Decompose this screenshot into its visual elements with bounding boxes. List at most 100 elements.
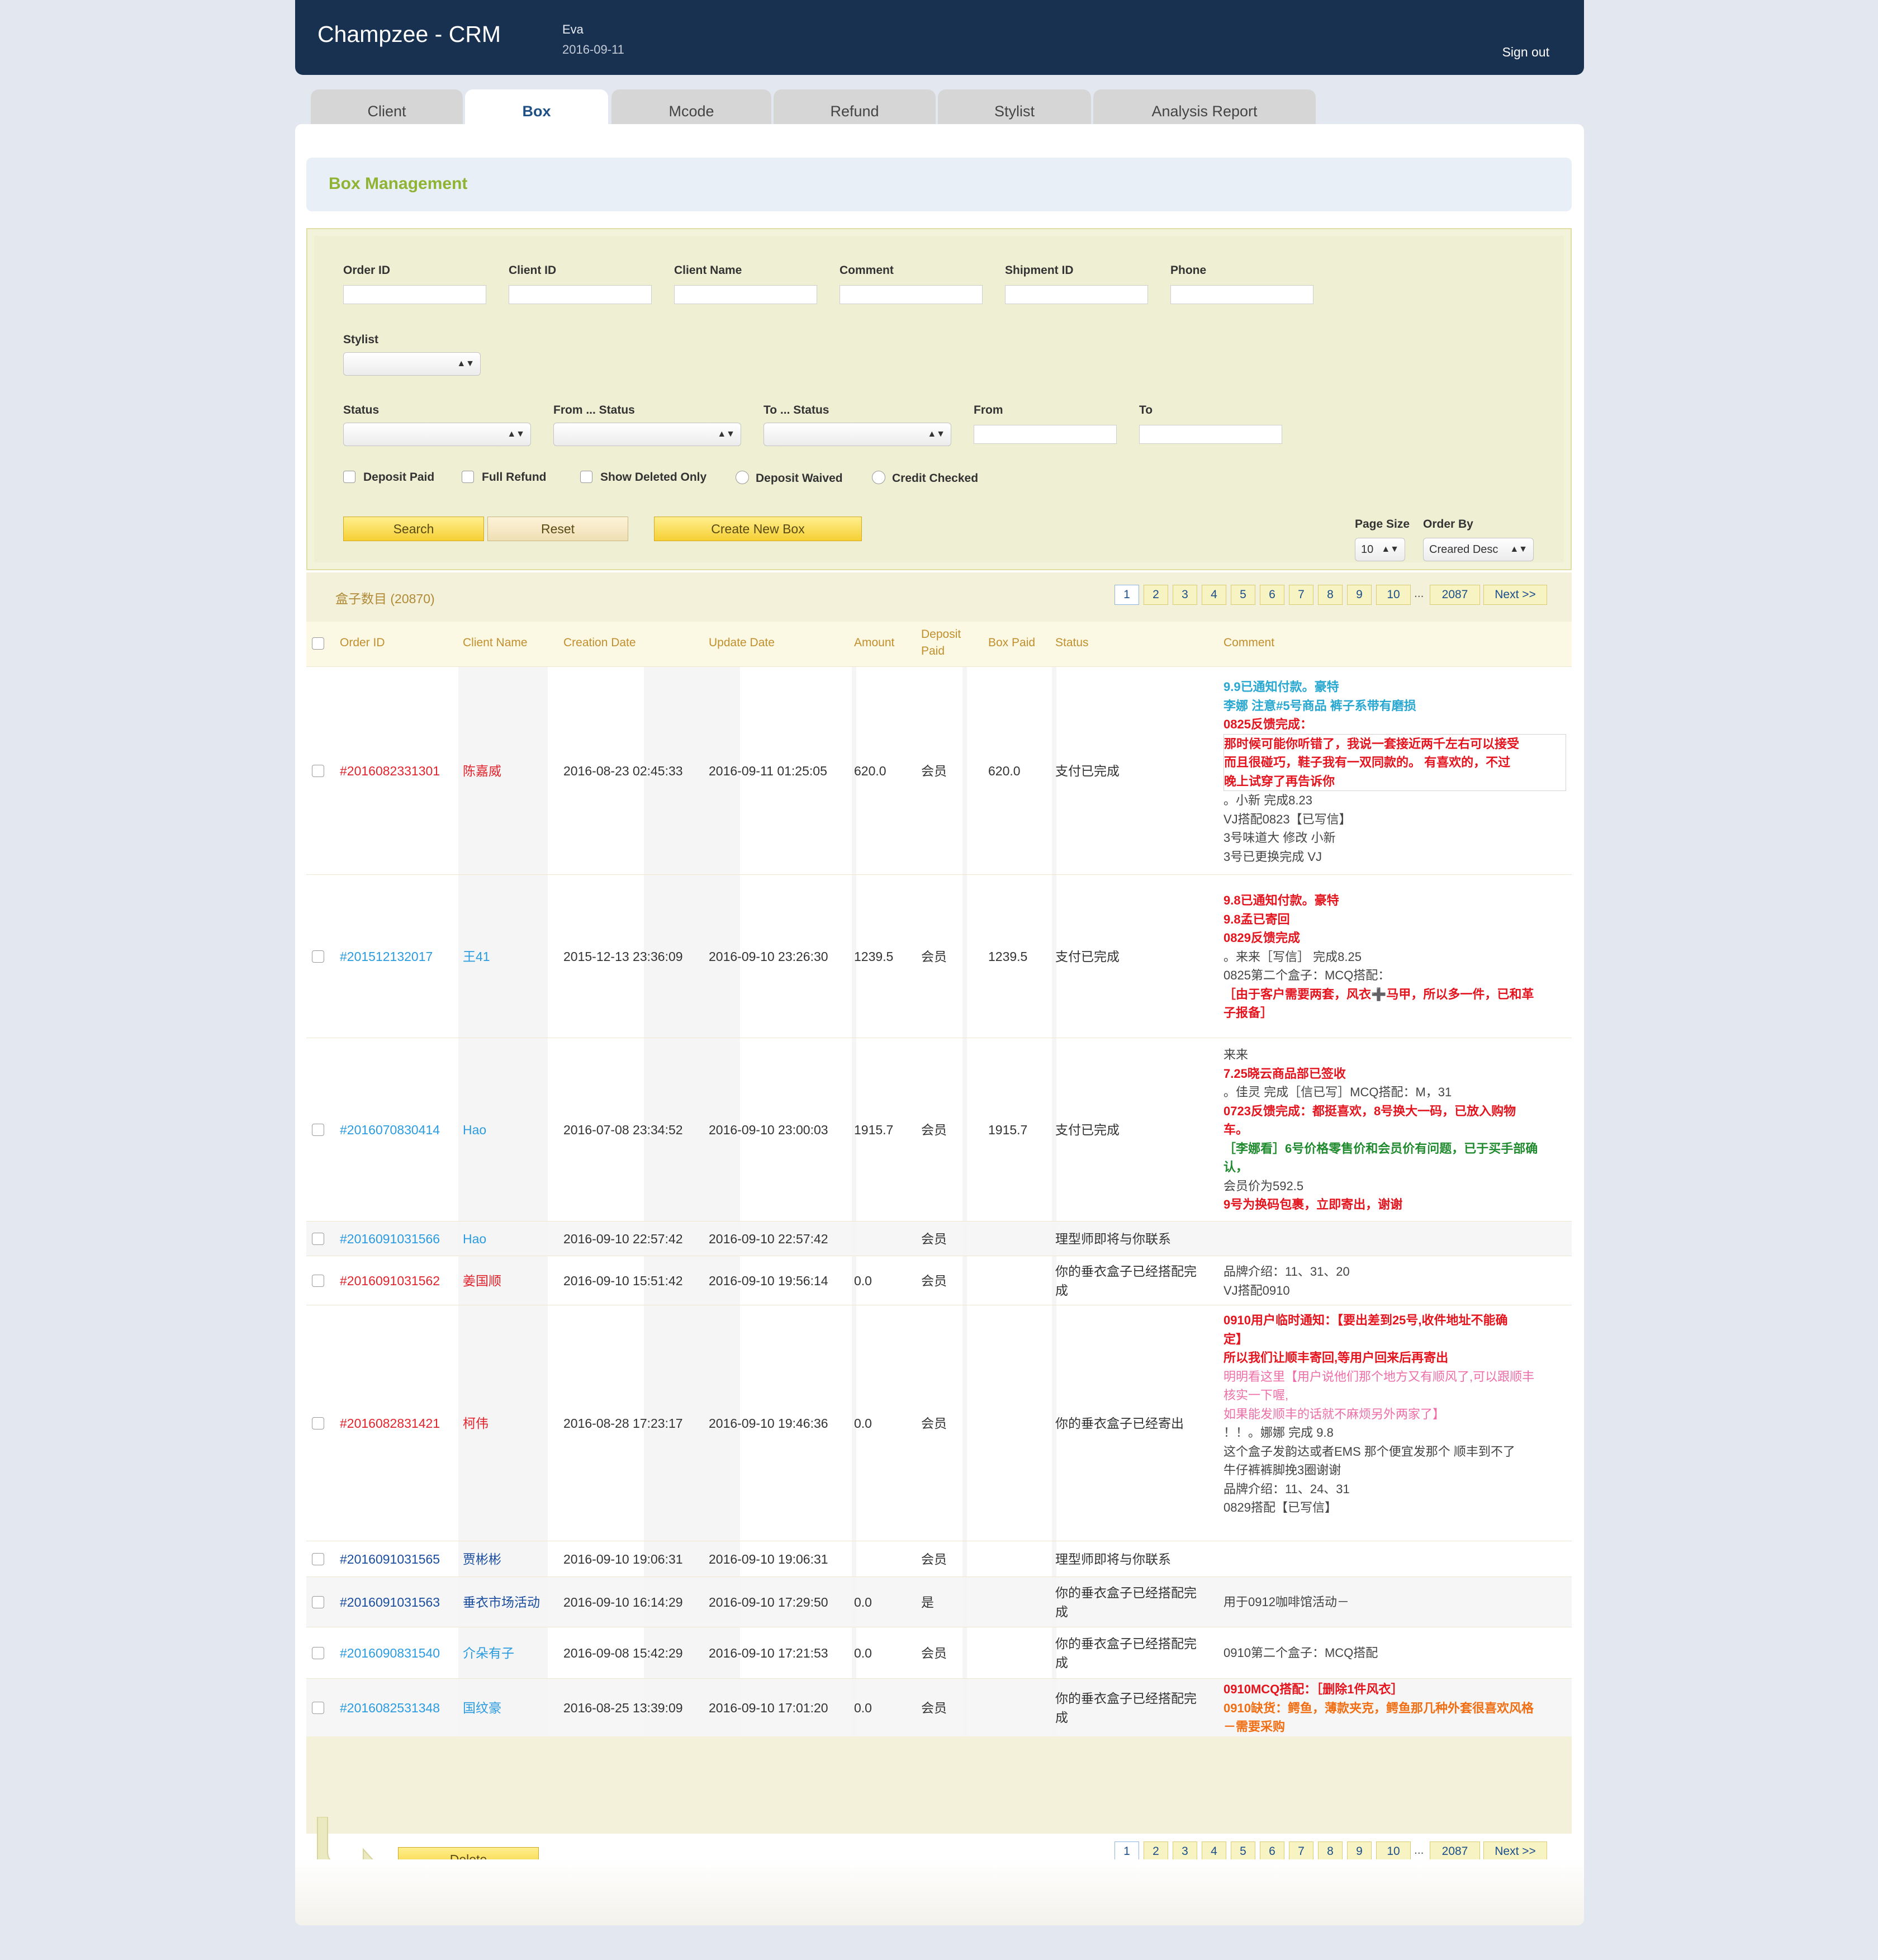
- full-refund-checkbox[interactable]: [462, 471, 474, 483]
- page-1-link[interactable]: 1: [1115, 1841, 1139, 1862]
- tab-mcode[interactable]: Mcode: [611, 89, 771, 125]
- col-deposit-paid[interactable]: Deposit Paid: [921, 626, 969, 660]
- client-name-link[interactable]: 姜国顺: [463, 1271, 501, 1290]
- client-name-link[interactable]: 陈嘉威: [463, 761, 501, 780]
- page-9-link[interactable]: 9: [1347, 585, 1372, 605]
- page-last-link[interactable]: 2087: [1430, 585, 1480, 605]
- from-date-input[interactable]: [974, 425, 1117, 444]
- page-10-link[interactable]: 10: [1376, 1841, 1411, 1862]
- tab-stylist[interactable]: Stylist: [938, 89, 1091, 125]
- sign-out-link[interactable]: Sign out: [1502, 45, 1549, 60]
- row-checkbox[interactable]: [312, 1417, 324, 1429]
- page-2-link[interactable]: 2: [1144, 585, 1168, 605]
- client-id-input[interactable]: [509, 285, 652, 304]
- page-8-link[interactable]: 8: [1318, 1841, 1343, 1862]
- client-name-link[interactable]: 王41: [463, 947, 490, 966]
- order-id-link[interactable]: #2016091031565: [340, 1550, 440, 1569]
- next-page-link[interactable]: Next >>: [1483, 585, 1547, 605]
- col-amount[interactable]: Amount: [854, 636, 894, 650]
- status-select[interactable]: ▲▼: [343, 423, 531, 446]
- row-checkbox[interactable]: [312, 1233, 324, 1245]
- select-all-checkbox[interactable]: [312, 637, 324, 650]
- order-id-link[interactable]: #2016082831421: [340, 1414, 440, 1433]
- page-3-link[interactable]: 3: [1173, 1841, 1197, 1862]
- row-checkbox[interactable]: [312, 1275, 324, 1287]
- comment-line: 明明看这里【用户说他们那个地方又有顺风了,可以跟顺丰: [1223, 1369, 1535, 1384]
- page-5-link[interactable]: 5: [1231, 1841, 1255, 1862]
- comment-line: 定】: [1223, 1332, 1249, 1346]
- deposit-waived-radio[interactable]: [736, 471, 749, 484]
- page-last-link[interactable]: 2087: [1430, 1841, 1480, 1862]
- order-id-link[interactable]: #2016091031563: [340, 1593, 440, 1612]
- page-7-link[interactable]: 7: [1289, 1841, 1313, 1862]
- order-id-link[interactable]: #201512132017: [340, 947, 433, 966]
- to-status-select[interactable]: ▲▼: [763, 423, 951, 446]
- client-name-link[interactable]: 介朵有子: [463, 1644, 514, 1663]
- client-name-input[interactable]: [674, 285, 817, 304]
- row-checkbox[interactable]: [312, 765, 324, 777]
- order-by-select[interactable]: Creared Desc ▲▼: [1423, 538, 1534, 561]
- row-checkbox[interactable]: [312, 1553, 324, 1565]
- deposit-paid-checkbox[interactable]: [343, 471, 355, 483]
- order-id-link[interactable]: #2016090831540: [340, 1644, 440, 1663]
- client-name-link[interactable]: 国纹豪: [463, 1698, 501, 1717]
- client-name-link[interactable]: 柯伟: [463, 1414, 489, 1433]
- shipment-id-input[interactable]: [1005, 285, 1148, 304]
- page-6-link[interactable]: 6: [1260, 1841, 1284, 1862]
- row-checkbox[interactable]: [312, 950, 324, 963]
- table-row: #2016082831421 柯伟 2016-08-28 17:23:17 2016-…: [306, 1305, 1572, 1541]
- page-3-link[interactable]: 3: [1173, 585, 1197, 605]
- order-id-link[interactable]: #2016070830414: [340, 1120, 440, 1139]
- stylist-select[interactable]: ▲▼: [343, 352, 481, 376]
- tab-box[interactable]: Box: [465, 89, 608, 125]
- row-checkbox[interactable]: [312, 1647, 324, 1659]
- client-name-link[interactable]: 贾彬彬: [463, 1550, 501, 1569]
- search-button[interactable]: Search: [343, 517, 484, 541]
- tab-refund[interactable]: Refund: [774, 89, 936, 125]
- client-name-link[interactable]: Hao: [463, 1120, 486, 1139]
- page-1-link[interactable]: 1: [1115, 585, 1139, 605]
- comment-line: 9.8孟已寄回: [1223, 912, 1290, 926]
- page-7-link[interactable]: 7: [1289, 585, 1313, 605]
- next-page-link[interactable]: Next >>: [1483, 1841, 1547, 1862]
- col-box-paid[interactable]: Box Paid: [988, 636, 1035, 650]
- page-2-link[interactable]: 2: [1144, 1841, 1168, 1862]
- comment-input[interactable]: [840, 285, 983, 304]
- client-name-link[interactable]: 垂衣市场活动: [463, 1593, 540, 1612]
- amount-value: 1239.5: [854, 949, 894, 964]
- row-checkbox[interactable]: [312, 1702, 324, 1714]
- creation-date: 2016-07-08 23:34:52: [563, 1123, 683, 1137]
- client-name-link[interactable]: Hao: [463, 1229, 486, 1248]
- col-status[interactable]: Status: [1055, 636, 1089, 650]
- page-10-link[interactable]: 10: [1376, 585, 1411, 605]
- phone-input[interactable]: [1170, 285, 1313, 304]
- row-checkbox[interactable]: [312, 1124, 324, 1136]
- page-9-link[interactable]: 9: [1347, 1841, 1372, 1862]
- page-4-link[interactable]: 4: [1202, 1841, 1226, 1862]
- page-size-select[interactable]: 10 ▲▼: [1355, 538, 1405, 561]
- col-order-id[interactable]: Order ID: [340, 636, 385, 650]
- tab-client[interactable]: Client: [311, 89, 463, 125]
- create-new-box-button[interactable]: Create New Box: [654, 517, 862, 541]
- page-6-link[interactable]: 6: [1260, 585, 1284, 605]
- credit-checked-radio[interactable]: [872, 471, 885, 484]
- page-5-link[interactable]: 5: [1231, 585, 1255, 605]
- amount-value: 620.0: [854, 764, 886, 778]
- order-id-link[interactable]: #2016091031562: [340, 1271, 440, 1290]
- show-deleted-checkbox[interactable]: [580, 471, 592, 483]
- from-status-select[interactable]: ▲▼: [553, 423, 741, 446]
- order-id-link[interactable]: #2016082531348: [340, 1698, 440, 1717]
- col-client-name[interactable]: Client Name: [463, 636, 528, 650]
- page-4-link[interactable]: 4: [1202, 585, 1226, 605]
- col-update-date[interactable]: Update Date: [709, 636, 775, 650]
- order-id-link[interactable]: #2016082331301: [340, 761, 440, 780]
- to-date-input[interactable]: [1139, 425, 1282, 444]
- col-comment[interactable]: Comment: [1223, 636, 1274, 650]
- order-id-input[interactable]: [343, 285, 486, 304]
- page-8-link[interactable]: 8: [1318, 585, 1343, 605]
- row-checkbox[interactable]: [312, 1596, 324, 1608]
- tab-analysis-report[interactable]: Analysis Report: [1093, 89, 1316, 125]
- reset-button[interactable]: Reset: [487, 517, 628, 541]
- col-creation-date[interactable]: Creation Date: [563, 636, 636, 650]
- order-id-link[interactable]: #2016091031566: [340, 1229, 440, 1248]
